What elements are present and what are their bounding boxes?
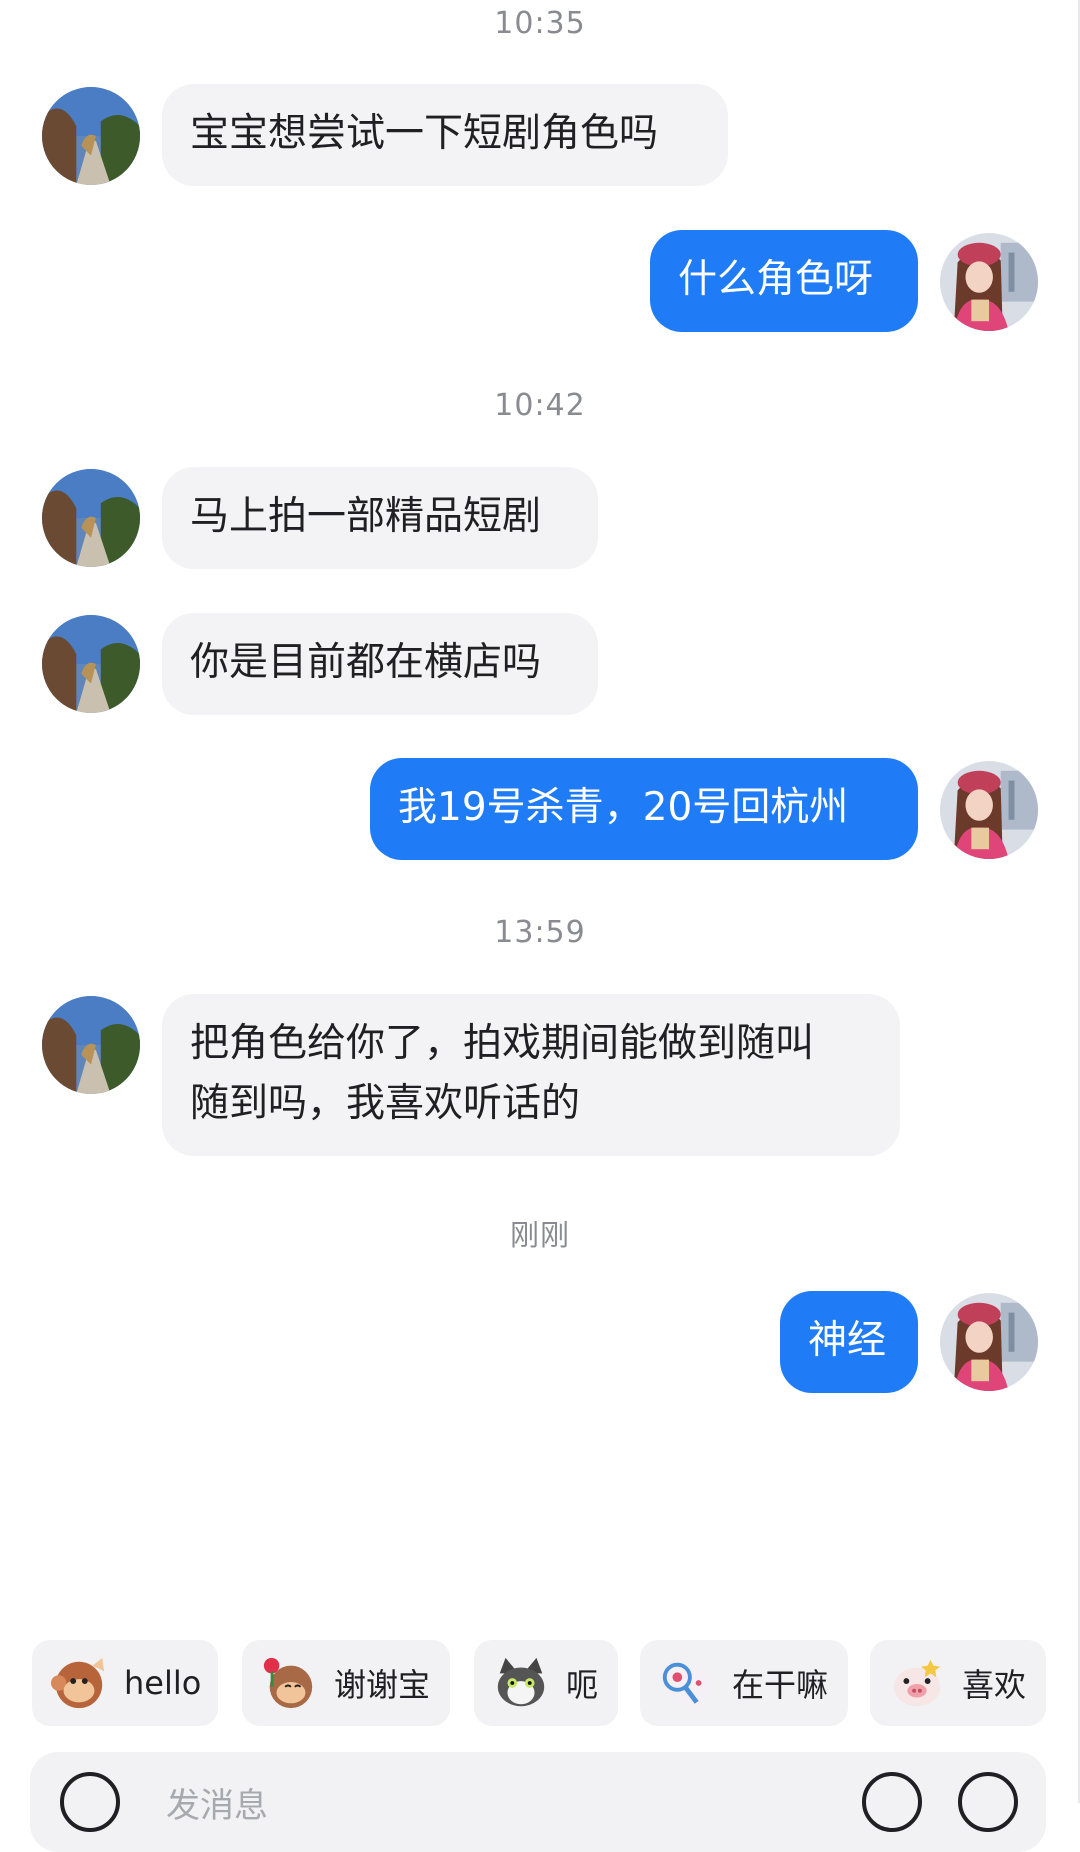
- my-avatar[interactable]: [940, 761, 1038, 859]
- quick-reply-label: 喜欢: [962, 1666, 1027, 1704]
- outgoing-message-bubble[interactable]: 什么角色呀: [650, 230, 918, 332]
- quick-reply-label: 谢谢宝: [334, 1666, 431, 1704]
- quick-reply-label: hello: [124, 1664, 202, 1702]
- my-avatar[interactable]: [940, 1293, 1038, 1391]
- message-line: 随到吗，我喜欢听话的: [190, 1081, 581, 1126]
- message-line: 把角色给你了，拍戏期间能做到随叫: [190, 1021, 815, 1066]
- contact-avatar[interactable]: [42, 615, 140, 713]
- timestamp: 10:42: [494, 388, 586, 423]
- incoming-message-bubble[interactable]: 把角色给你了，拍戏期间能做到随叫 随到吗，我喜欢听话的: [162, 994, 900, 1156]
- quick-reply-hello[interactable]: hello: [32, 1640, 218, 1726]
- timestamp: 10:35: [494, 6, 586, 41]
- quick-reply-like[interactable]: 喜欢: [870, 1640, 1046, 1726]
- incoming-message-bubble[interactable]: 马上拍一部精品短剧: [162, 467, 598, 569]
- monkey-sticker-icon: [50, 1657, 105, 1709]
- cat-sticker-icon: [497, 1657, 545, 1707]
- incoming-message-bubble[interactable]: 你是目前都在横店吗: [162, 613, 598, 715]
- my-avatar[interactable]: [940, 233, 1038, 331]
- emoji-icon[interactable]: [862, 1772, 922, 1832]
- magnifier-sticker-icon: [662, 1662, 711, 1707]
- quick-reply-what-doing[interactable]: 在干嘛: [640, 1640, 848, 1726]
- quick-reply-bar: hello 谢谢宝 呃 在干嘛 喜欢: [0, 1640, 1080, 1726]
- contact-avatar[interactable]: [42, 469, 140, 567]
- quick-reply-label: 呃: [566, 1666, 599, 1704]
- outgoing-message-bubble[interactable]: 我19号杀青，20号回杭州: [370, 758, 918, 860]
- monkey-rose-sticker-icon: [263, 1657, 313, 1709]
- contact-avatar[interactable]: [42, 87, 140, 185]
- quick-reply-label: 在干嘛: [732, 1666, 829, 1704]
- contact-avatar[interactable]: [42, 996, 140, 1094]
- quick-reply-uh[interactable]: 呃: [474, 1640, 618, 1726]
- message-input-bar[interactable]: 发消息: [30, 1752, 1046, 1852]
- outgoing-message-bubble[interactable]: 神经: [780, 1291, 918, 1393]
- timestamp: 13:59: [494, 915, 586, 950]
- voice-icon[interactable]: [60, 1772, 120, 1832]
- timestamp: 刚刚: [509, 1218, 570, 1252]
- plus-icon[interactable]: [958, 1772, 1018, 1832]
- incoming-message-bubble[interactable]: 宝宝想尝试一下短剧角色吗: [162, 84, 728, 186]
- quick-reply-thanks[interactable]: 谢谢宝: [242, 1640, 450, 1726]
- pig-sticker-icon: [893, 1659, 941, 1707]
